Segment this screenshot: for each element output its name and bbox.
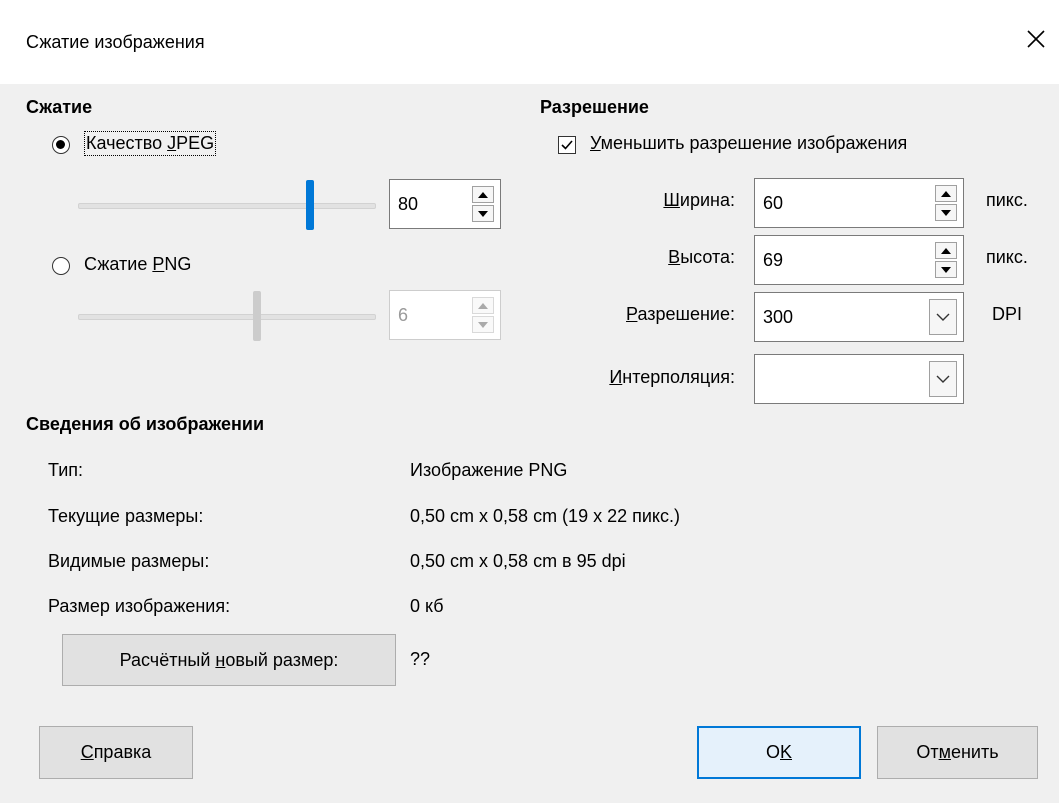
width-label: Ширина: — [663, 190, 735, 210]
dpi-combobox[interactable]: 300 — [754, 292, 964, 342]
height-unit: пикс. — [986, 247, 1028, 267]
help-button[interactable]: Справка — [39, 726, 193, 779]
slider-thumb[interactable] — [306, 180, 314, 230]
compression-heading: Сжатие — [26, 97, 93, 117]
jpeg-quality-slider[interactable] — [78, 180, 378, 230]
width-unit: пикс. — [986, 190, 1028, 210]
info-value-file-size: 0 кб — [410, 596, 444, 616]
checkmark-icon — [561, 140, 573, 150]
window-title: Сжатие изображения — [26, 32, 205, 52]
jpeg-radio-label: Качество JPEG — [83, 131, 217, 156]
dpi-value: 300 — [763, 306, 794, 327]
png-compression-value: 6 — [398, 304, 409, 325]
jpeg-radio-button[interactable] — [52, 136, 70, 154]
info-value-visible-size: 0,50 cm x 0,58 cm в 95 dpi — [410, 551, 626, 571]
ok-button[interactable]: OK — [697, 726, 861, 779]
triangle-down-icon — [478, 210, 488, 217]
png-compression-slider[interactable] — [78, 291, 378, 341]
slider-track — [78, 203, 376, 209]
triangle-up-icon — [941, 190, 951, 197]
slider-thumb[interactable] — [253, 291, 261, 341]
calculate-button-label: Расчётный новый размер: — [119, 649, 339, 670]
close-icon — [1027, 30, 1045, 48]
close-button[interactable] — [1013, 14, 1059, 64]
png-compression-stepper[interactable]: 6 — [389, 290, 501, 340]
calculated-size-value: ?? — [410, 649, 431, 669]
width-stepper[interactable]: 60 — [754, 178, 964, 228]
decrement-button[interactable] — [935, 261, 957, 278]
png-radio-button[interactable] — [52, 257, 70, 275]
resolution-heading: Разрешение — [540, 97, 649, 117]
dropdown-button[interactable] — [929, 361, 957, 397]
calculate-new-size-button[interactable]: Расчётный новый размер: — [62, 634, 396, 686]
cancel-button-label: Отменить — [916, 742, 999, 762]
info-value-type: Изображение PNG — [410, 460, 568, 480]
height-stepper[interactable]: 69 — [754, 235, 964, 285]
info-label-visible-size: Видимые размеры: — [48, 551, 210, 571]
increment-button[interactable] — [472, 186, 494, 203]
triangle-up-icon — [478, 302, 488, 309]
checkbox[interactable] — [558, 136, 576, 154]
decrement-button[interactable] — [935, 204, 957, 221]
info-value-current-size: 0,50 cm x 0,58 cm (19 x 22 пикс.) — [410, 506, 680, 526]
jpeg-quality-value: 80 — [398, 193, 419, 214]
triangle-up-icon — [478, 191, 488, 198]
height-label: Высота: — [668, 247, 735, 267]
help-button-label: Справка — [80, 742, 152, 762]
jpeg-quality-stepper[interactable]: 80 — [389, 179, 501, 229]
cancel-button[interactable]: Отменить — [877, 726, 1038, 779]
slider-track — [78, 314, 376, 320]
decrement-button[interactable] — [472, 205, 494, 222]
interpolation-combobox[interactable] — [754, 354, 964, 404]
height-value: 69 — [763, 249, 784, 270]
info-label-type: Тип: — [48, 460, 84, 480]
chevron-down-icon — [936, 313, 950, 321]
interpolation-label: Интерполяция: — [609, 367, 735, 387]
dpi-label: Разрешение: — [626, 304, 735, 324]
info-label-file-size: Размер изображения: — [48, 596, 231, 616]
dpi-unit: DPI — [992, 304, 1023, 324]
chevron-down-icon — [936, 375, 950, 383]
width-value: 60 — [763, 192, 784, 213]
triangle-up-icon — [941, 247, 951, 254]
triangle-down-icon — [478, 321, 488, 328]
ok-button-label: OK — [765, 742, 793, 762]
triangle-down-icon — [941, 266, 951, 273]
increment-button[interactable] — [935, 242, 957, 259]
dialog-body: Сжатие Качество JPEG 80 Сжатие PNG 6 Раз… — [0, 84, 1059, 803]
triangle-down-icon — [941, 209, 951, 216]
image-info-heading: Сведения об изображении — [26, 414, 265, 434]
decrement-button[interactable] — [472, 316, 494, 333]
increment-button[interactable] — [935, 185, 957, 202]
title-bar: Сжатие изображения — [0, 0, 1059, 85]
increment-button[interactable] — [472, 297, 494, 314]
info-label-current-size: Текущие размеры: — [48, 506, 204, 526]
png-radio-label: Сжатие PNG — [84, 254, 192, 274]
dropdown-button[interactable] — [929, 299, 957, 335]
reduce-resolution-label: Уменьшить разрешение изображения — [590, 133, 908, 153]
